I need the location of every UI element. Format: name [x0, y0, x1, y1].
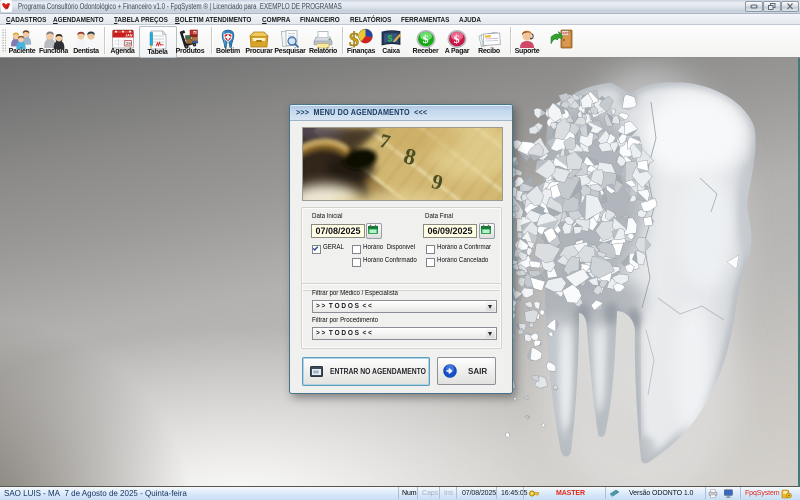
- svg-text:$: $: [388, 34, 393, 44]
- svg-text:29: 29: [126, 41, 131, 46]
- svg-text:$: $: [422, 32, 428, 46]
- svg-text:EXIT: EXIT: [563, 31, 570, 35]
- svg-text:$: $: [349, 29, 359, 50]
- svg-text:JAN: JAN: [125, 34, 133, 38]
- svg-text:$: $: [454, 32, 460, 46]
